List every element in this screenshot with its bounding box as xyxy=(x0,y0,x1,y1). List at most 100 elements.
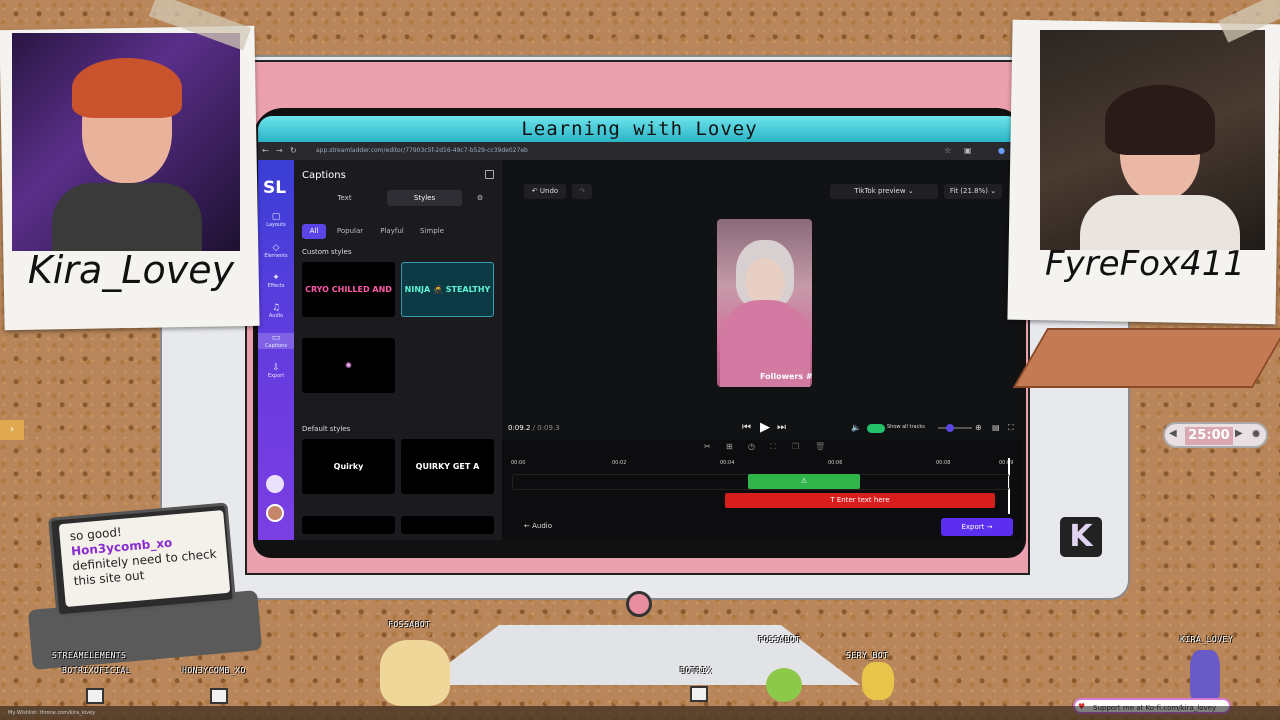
undo-icon: ↶ xyxy=(531,187,540,195)
speed-icon[interactable]: ◷ xyxy=(748,442,755,451)
nav-elements[interactable]: ◇ Elements xyxy=(258,243,294,259)
chat-message: so good! Hon3ycomb_xo definitely need to… xyxy=(58,509,231,608)
nav-layouts[interactable]: ▢ Layouts xyxy=(258,212,294,228)
k-badge: K xyxy=(1060,517,1102,557)
nav-export[interactable]: ⇩ Export xyxy=(258,363,294,379)
skip-forward-icon[interactable]: ⏭ xyxy=(777,422,786,433)
nav-captions[interactable]: ▭ Captions xyxy=(258,333,294,349)
elements-icon: ◇ xyxy=(272,243,280,253)
right-streamer-name: FyreFox411 xyxy=(1045,244,1245,284)
nav-audio[interactable]: ♫ Audio xyxy=(258,303,294,319)
window-title: Learning with Lovey xyxy=(258,116,1021,142)
filter-popular[interactable]: Popular xyxy=(332,224,368,239)
add-clip-icon[interactable]: ⊞ xyxy=(726,442,733,451)
bot-sprite xyxy=(210,688,228,704)
audio-icon: ♫ xyxy=(271,303,281,313)
style-tile-custom[interactable]: ✺ xyxy=(302,338,395,393)
style-settings-icon[interactable]: ⚙ xyxy=(472,190,488,206)
tab-styles[interactable]: Styles xyxy=(387,190,462,206)
fullscreen-icon[interactable]: ⛶ xyxy=(1008,423,1014,433)
bot-sprite xyxy=(86,688,104,704)
bookmark-icon[interactable]: ☆ xyxy=(944,146,953,155)
pomodoro-timer: ◀ 25:00 ▶ ✹ xyxy=(1163,422,1268,448)
play-left-icon: ◀ xyxy=(1169,428,1177,439)
text-clip[interactable]: T Enter text here xyxy=(725,493,995,508)
power-button xyxy=(626,591,652,617)
play-icon: ▶ xyxy=(1235,428,1243,439)
duplicate-icon[interactable]: ❐ xyxy=(792,442,799,451)
nav-effects[interactable]: ✦ Effects xyxy=(258,273,294,289)
undo-button[interactable]: ↶ Undo xyxy=(524,184,566,199)
collapse-panel-icon[interactable] xyxy=(485,170,494,179)
play-icon[interactable]: ▶ xyxy=(760,420,770,435)
split-icon[interactable]: ✂ xyxy=(704,442,711,451)
timeline-tick: 00:02 xyxy=(612,460,627,466)
preview-followers-text: Followers # xyxy=(760,372,813,381)
bot-label: HON3YCOMB_XO xyxy=(182,666,246,675)
bot-label: KIRA_LOVEY xyxy=(1180,635,1234,644)
left-streamer-name: Kira_Lovey xyxy=(27,248,235,292)
layout-icon[interactable]: ▤ xyxy=(992,423,1000,432)
help-icon[interactable] xyxy=(266,475,284,493)
style-tile-ninja[interactable]: NINJA 🥷 STEALTHY xyxy=(401,262,494,317)
current-time: 0:09.2 / 0:09.3 xyxy=(508,424,560,432)
extensions-icon[interactable]: ▣ xyxy=(964,146,973,155)
browser-address-bar[interactable]: ← → ↻ app.streamladder.com/editor/77903c… xyxy=(258,142,1021,160)
chevron-down-icon: ⌄ xyxy=(990,187,997,195)
filter-simple[interactable]: Simple xyxy=(418,224,446,239)
back-icon[interactable]: ← xyxy=(262,146,271,155)
style-tile-cryo[interactable]: CRYO CHILLED AND xyxy=(302,262,395,317)
export-button[interactable]: Export → xyxy=(941,518,1013,536)
volume-icon[interactable]: 🔈 xyxy=(851,423,861,432)
effect-clip[interactable]: ⚠ xyxy=(748,474,860,489)
delete-icon[interactable]: 🗑 xyxy=(815,442,825,451)
reload-icon[interactable]: ↻ xyxy=(290,146,299,155)
chevron-down-icon: ⌄ xyxy=(907,187,914,195)
arrow-right-icon: → xyxy=(986,523,993,531)
bot-label: STREAMELEMENTS xyxy=(52,651,127,660)
left-webcam xyxy=(12,33,240,251)
cat-sprite xyxy=(380,640,450,706)
skip-back-icon[interactable]: ⏮ xyxy=(742,422,751,433)
forward-icon[interactable]: → xyxy=(276,146,285,155)
export-icon: ⇩ xyxy=(272,363,280,373)
filter-all[interactable]: All xyxy=(302,224,326,239)
bottom-ticker: My Wishlist: throne.com/kira_lovey xyxy=(0,706,1280,720)
right-webcam xyxy=(1040,30,1265,250)
style-tile-quirky[interactable]: Quirky xyxy=(302,439,395,494)
timeline-tick: 00:06 xyxy=(828,460,843,466)
timeline-tick: 00:00 xyxy=(511,460,526,466)
preview-subject-face xyxy=(745,258,785,306)
timeline-tick: 00:09 xyxy=(999,460,1014,466)
url-text[interactable]: app.streamladder.com/editor/77903c5f-2d1… xyxy=(316,147,528,154)
style-tile-quirky-get[interactable]: QUIRKY GET A xyxy=(401,439,494,494)
zoom-select[interactable]: Fit (21.8%) ⌄ xyxy=(944,184,1002,199)
preview-select[interactable]: TikTok preview ⌄ xyxy=(830,184,938,199)
app-logo[interactable]: SL xyxy=(263,178,286,198)
style-tile-more-2[interactable] xyxy=(401,516,494,534)
bot-label: BOTRIXOFICIAL xyxy=(62,666,132,675)
side-tab-icon: › xyxy=(0,420,24,440)
profile-icon[interactable]: ● xyxy=(998,146,1007,155)
bot-sprite xyxy=(690,686,708,702)
zoom-slider[interactable] xyxy=(938,424,972,432)
layouts-icon: ▢ xyxy=(271,212,281,222)
arrow-left-icon: ← xyxy=(524,522,533,530)
filter-playful[interactable]: Playful xyxy=(376,224,408,239)
panel-tabs: Text Styles ⚙ xyxy=(302,190,494,206)
zoom-in-icon[interactable]: ⊕ xyxy=(975,423,982,432)
timer-value: 25:00 xyxy=(1185,427,1233,445)
bot-label: SERY_BOT xyxy=(846,651,889,660)
audio-button[interactable]: ← Audio xyxy=(524,522,552,530)
effects-icon: ✦ xyxy=(272,273,280,283)
crop-icon[interactable]: ⛶ xyxy=(770,442,776,452)
panel-title: Captions xyxy=(302,170,346,181)
timeline-tick: 00:04 xyxy=(720,460,735,466)
redo-button[interactable]: ↷ xyxy=(572,184,592,199)
style-tile-more-1[interactable] xyxy=(302,516,395,534)
tab-text[interactable]: Text xyxy=(302,190,387,206)
show-tracks-toggle[interactable] xyxy=(867,424,885,433)
timeline-tick: 00:08 xyxy=(936,460,951,466)
avatar[interactable] xyxy=(266,504,284,522)
bot-label: BOTRIX xyxy=(680,666,712,675)
